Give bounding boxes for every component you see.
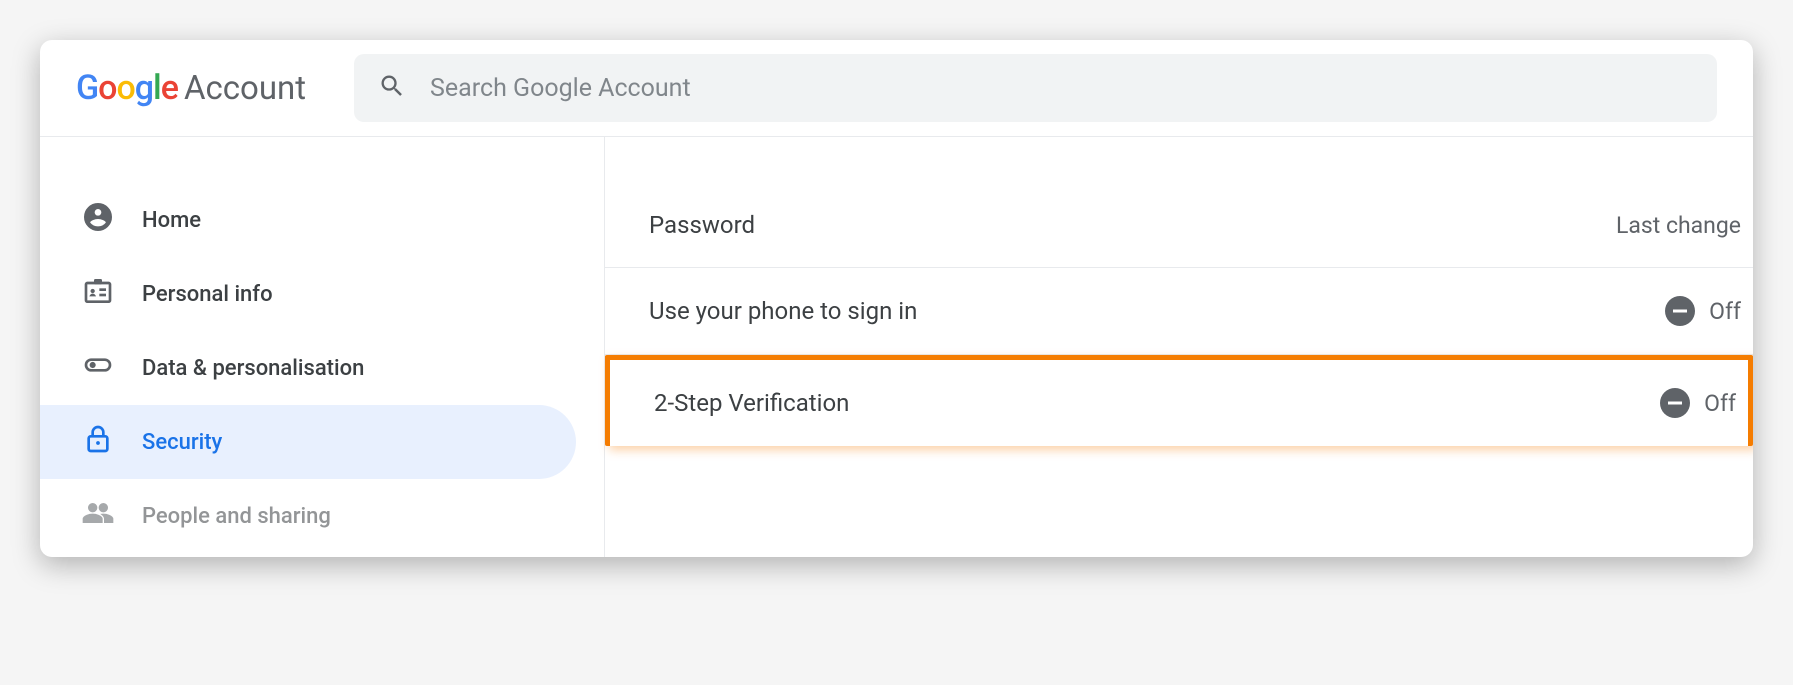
status-text: Off [1704, 390, 1736, 417]
sidebar-item-data-personalisation[interactable]: Data & personalisation [40, 331, 576, 405]
header: Google Account [40, 40, 1753, 137]
sidebar-item-label: Personal info [142, 282, 273, 307]
row-label: Password [649, 211, 755, 239]
account-circle-icon [82, 201, 114, 239]
status-text: Off [1709, 298, 1741, 325]
row-value: Last change [1616, 212, 1741, 239]
account-text: Account [184, 69, 306, 108]
sidebar-item-people-sharing[interactable]: People and sharing [40, 479, 576, 553]
minus-circle-icon [1665, 296, 1695, 326]
toggle-icon [82, 349, 114, 387]
sidebar-item-home[interactable]: Home [40, 183, 576, 257]
body: Home Personal info Data & personalisatio… [40, 137, 1753, 557]
search-bar[interactable] [354, 54, 1717, 122]
row-phone-sign-in[interactable]: Use your phone to sign in Off [605, 268, 1753, 355]
row-2-step-verification[interactable]: 2-Step Verification Off [605, 355, 1753, 446]
sidebar-item-label: People and sharing [142, 504, 331, 529]
search-icon [378, 72, 406, 104]
minus-circle-icon [1660, 388, 1690, 418]
row-label: 2-Step Verification [654, 389, 849, 417]
logo[interactable]: Google Account [76, 68, 306, 108]
sidebar-item-security[interactable]: Security [40, 405, 576, 479]
status-off: Off [1660, 388, 1736, 418]
content: Password Last change Use your phone to s… [605, 137, 1753, 557]
sidebar: Home Personal info Data & personalisatio… [40, 137, 605, 557]
search-input[interactable] [430, 74, 1693, 103]
status-off: Off [1665, 296, 1741, 326]
sidebar-item-label: Home [142, 208, 201, 233]
google-logo-text: Google [76, 68, 178, 108]
sidebar-item-personal-info[interactable]: Personal info [40, 257, 576, 331]
row-label: Use your phone to sign in [649, 297, 917, 325]
app-window: Google Account Home Personal info [40, 40, 1753, 557]
people-icon [82, 497, 114, 535]
lock-icon [82, 423, 114, 461]
row-password[interactable]: Password Last change [605, 183, 1753, 268]
sidebar-item-label: Data & personalisation [142, 356, 364, 381]
id-card-icon [82, 275, 114, 313]
sidebar-item-label: Security [142, 430, 222, 455]
